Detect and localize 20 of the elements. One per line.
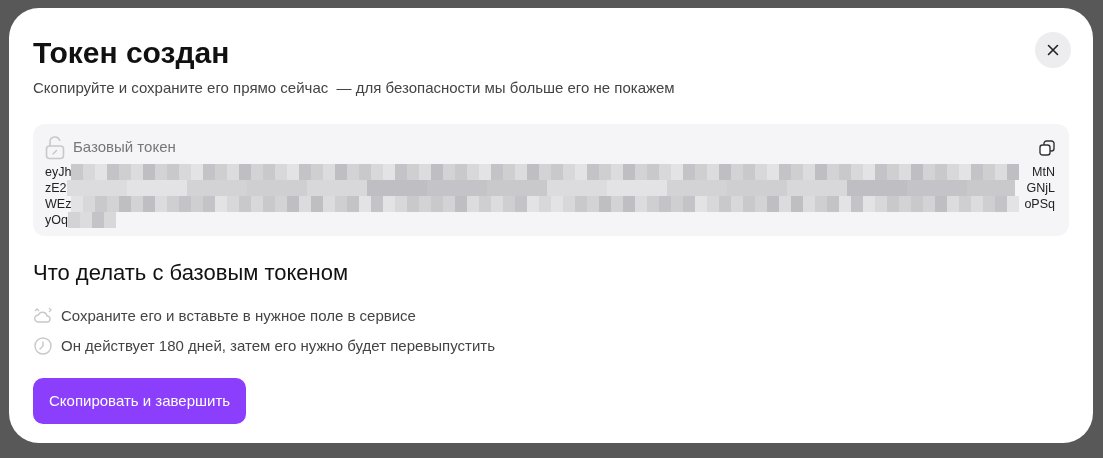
section-heading: Что делать с базовым токеном — [33, 258, 350, 287]
token-fragment: yOq — [45, 211, 68, 228]
token-fragment: WEz — [45, 195, 72, 212]
copy-and-finish-button[interactable]: Скопировать и завершить — [33, 377, 247, 424]
token-fragment: eyJh — [45, 163, 72, 180]
tip-text: Сохраните его и вставьте в нужное поле в сервисе — [61, 305, 416, 326]
close-icon — [1047, 44, 1059, 56]
token-fragment: GNjL — [1026, 179, 1055, 196]
token-label: Базовый токен — [73, 137, 176, 158]
unlock-icon — [45, 135, 65, 160]
cloud-sync-icon — [33, 305, 53, 326]
copy-icon[interactable] — [1039, 140, 1055, 157]
close-button[interactable] — [1035, 32, 1071, 68]
clock-icon — [33, 336, 53, 357]
token-fragment: zE2 — [45, 179, 67, 196]
tip-text: Он действует 180 дней, затем его нужно будет перевыпустить — [61, 336, 495, 356]
token-fragment: oPSq — [1024, 195, 1055, 212]
dialog-title: Токен создан — [33, 36, 230, 69]
token-fragment: MtN — [1032, 163, 1055, 180]
subtitle-text: Скопируйте и сохраните его прямо сейчас — для безопасности мы больше его не покажем — [33, 78, 676, 98]
